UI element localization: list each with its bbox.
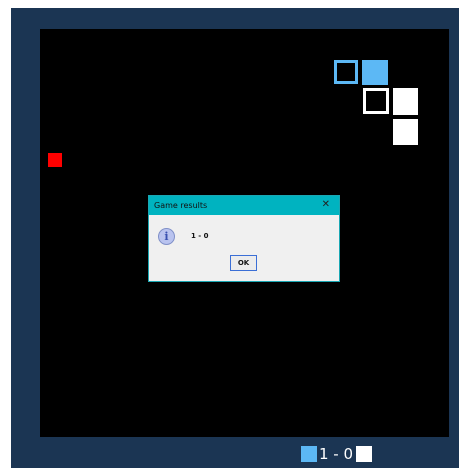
player1-head [334,60,358,84]
player2-color-swatch [356,446,373,462]
player1-body-segment [362,60,388,85]
player2-body-segment [393,119,418,145]
score-text: 1 - 0 [319,445,354,463]
close-icon[interactable]: ✕ [322,199,330,210]
dialog-title: Game results [154,201,208,210]
player2-head [363,88,389,114]
scoreboard: 1 - 0 [301,445,373,463]
info-icon: i [158,228,175,245]
food-pellet [48,153,62,167]
player1-color-swatch [301,446,317,462]
player2-body-segment [393,88,418,115]
dialog-title-bar[interactable]: Game results ✕ [149,196,339,215]
game-results-dialog: Game results ✕ i 1 - 0 OK [148,195,340,282]
result-message: 1 - 0 [191,232,209,240]
ok-button[interactable]: OK [230,255,257,271]
